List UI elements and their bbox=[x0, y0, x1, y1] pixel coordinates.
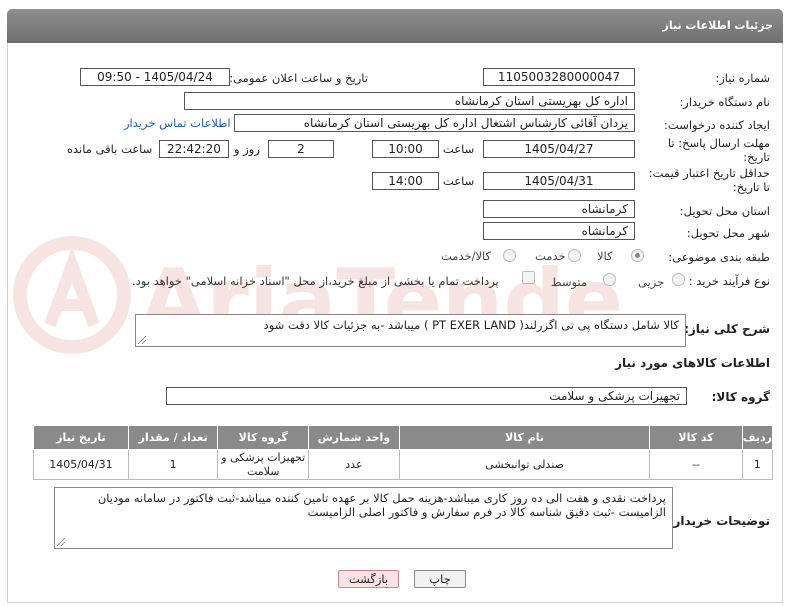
process-radio-medium[interactable] bbox=[603, 273, 616, 286]
announce-datetime-field: 1405/04/24 - 09:50 bbox=[80, 68, 230, 86]
page-header: جزئیات اطلاعات نیاز bbox=[7, 9, 783, 43]
resize-grip-icon[interactable] bbox=[57, 538, 65, 546]
goods-table-header: ردیف کد کالا نام کالا واحد شمارش گروه کا… bbox=[33, 425, 774, 450]
remaining-label: ساعت باقی مانده bbox=[67, 142, 153, 156]
goods-group-label: گروه کالا: bbox=[711, 390, 770, 404]
col-code: کد کالا bbox=[649, 425, 743, 450]
treasury-payment-checkbox[interactable] bbox=[522, 271, 535, 284]
process-option-minor: جزیی bbox=[638, 275, 665, 289]
col-quantity: تعداد / مقدار bbox=[127, 425, 219, 450]
category-radio-service[interactable] bbox=[568, 249, 581, 262]
description-text: کالا شامل دستگاه پی تی اگزرلند( PT EXER … bbox=[263, 318, 679, 332]
buyer-contact-link[interactable]: اطلاعات تماس خریدار bbox=[124, 116, 231, 130]
col-group: گروه کالا bbox=[217, 425, 310, 450]
creator-field: یزدان آقائی کارشناس اشتغال اداره کل بهزی… bbox=[234, 114, 635, 132]
price-validity-label: حداقل تاریخ اعتبار قیمت: bbox=[648, 166, 770, 180]
process-option-medium: متوسط bbox=[551, 275, 588, 289]
col-name: نام کالا bbox=[398, 425, 651, 450]
goods-section-title: اطلاعات کالاهای مورد نیاز bbox=[615, 356, 770, 370]
process-type-label: نوع فرآیند خرید : bbox=[688, 274, 770, 288]
remaining-days-field: 2 bbox=[268, 140, 334, 158]
table-row: 1 -- صندلی توانبخشی عدد تجهیزات پزشکی و … bbox=[33, 449, 774, 480]
category-radio-goods-service[interactable] bbox=[503, 249, 516, 262]
city-label: شهر محل تحویل: bbox=[686, 226, 770, 240]
goods-table: ردیف کد کالا نام کالا واحد شمارش گروه کا… bbox=[33, 425, 774, 480]
province-label: استان محل تحویل: bbox=[679, 204, 770, 218]
col-row: ردیف bbox=[741, 425, 774, 450]
buyer-notes-text: پرداخت نقدی و هفت الی ده روز کاری میباشد… bbox=[97, 491, 666, 519]
price-validity-time-label: ساعت bbox=[443, 174, 475, 188]
buyer-notes-textarea[interactable]: پرداخت نقدی و هفت الی ده روز کاری میباشد… bbox=[54, 487, 673, 549]
cell-name: صندلی توانبخشی bbox=[398, 449, 651, 480]
price-validity-label-date: تا تاریخ: bbox=[732, 180, 770, 194]
print-button[interactable]: چاپ bbox=[414, 570, 466, 588]
need-number-field: 1105003280000047 bbox=[483, 68, 635, 86]
resize-grip-icon[interactable] bbox=[138, 336, 146, 344]
announce-datetime-label: تاریخ و ساعت اعلان عمومی: bbox=[229, 71, 368, 85]
cell-unit: عدد bbox=[308, 449, 400, 480]
deadline-label-date: تاریخ: bbox=[743, 150, 770, 164]
category-option-goods: کالا bbox=[597, 249, 613, 263]
buyer-notes-label: توضیحات خریدار: bbox=[668, 514, 770, 528]
price-validity-time-field: 14:00 bbox=[372, 172, 439, 190]
need-number-label: شماره نیاز: bbox=[715, 71, 770, 85]
deadline-time-label: ساعت bbox=[443, 142, 475, 156]
treasury-payment-note: پرداخت تمام یا بخشی از مبلغ خرید،از محل … bbox=[132, 274, 499, 288]
remaining-time-field: 22:42:20 bbox=[159, 140, 229, 158]
province-field: کرمانشاه bbox=[483, 200, 635, 218]
description-label: شرح کلی نیاز: bbox=[684, 322, 770, 336]
cell-quantity: 1 bbox=[127, 449, 219, 480]
col-date: تاریخ نیاز bbox=[33, 425, 129, 450]
deadline-time-field: 10:00 bbox=[372, 140, 439, 158]
buyer-org-label: نام دستگاه خریدار: bbox=[679, 95, 770, 109]
category-option-goods-service: کالا/خدمت bbox=[441, 249, 492, 263]
cell-row: 1 bbox=[741, 449, 774, 480]
creator-label: ایجاد کننده درخواست: bbox=[664, 118, 770, 132]
back-button[interactable]: بازگشت bbox=[338, 570, 399, 588]
goods-group-field: تجهیزات پزشکی و سلامت bbox=[166, 387, 687, 405]
category-option-service: خدمت bbox=[535, 249, 566, 263]
buyer-org-field: اداره کل بهزیستی استان کرمانشاه bbox=[184, 92, 635, 110]
cell-group: تجهیزات پزشکی و سلامت bbox=[217, 449, 310, 480]
process-radio-minor[interactable] bbox=[672, 273, 685, 286]
deadline-date-field: 1405/04/27 bbox=[483, 140, 635, 158]
description-textarea[interactable]: کالا شامل دستگاه پی تی اگزرلند( PT EXER … bbox=[135, 314, 686, 347]
days-label: روز و bbox=[234, 142, 260, 156]
cell-date: 1405/04/31 bbox=[33, 449, 129, 480]
category-label: طبقه بندی موضوعی: bbox=[668, 250, 770, 264]
deadline-label: مهلت ارسال پاسخ: تا bbox=[667, 136, 770, 150]
page-title: جزئیات اطلاعات نیاز bbox=[662, 19, 774, 32]
col-unit: واحد شمارش bbox=[308, 425, 400, 450]
city-field: کرمانشاه bbox=[483, 222, 635, 240]
cell-code: -- bbox=[649, 449, 743, 480]
price-validity-date-field: 1405/04/31 bbox=[483, 172, 635, 190]
category-radio-goods[interactable] bbox=[631, 249, 644, 262]
